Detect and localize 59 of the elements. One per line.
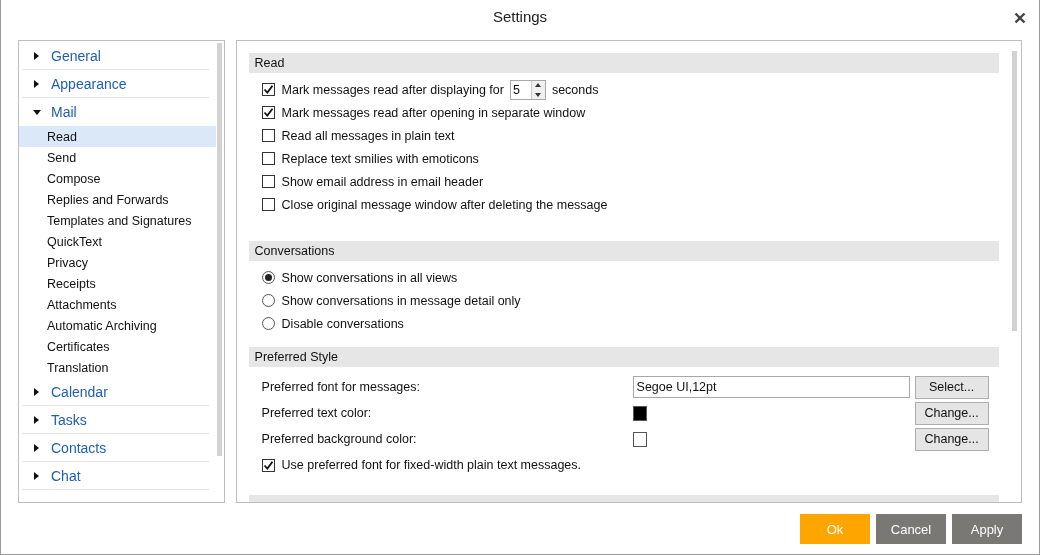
checkbox-label[interactable]: Close original message window after deleting the message [281,197,608,212]
window-title: Settings [492,8,548,25]
category-label[interactable]: Chat [51,467,81,484]
sidebar-item[interactable]: Send [19,147,216,168]
section-header: Preferred Style [248,347,999,367]
checkbox[interactable] [261,83,275,96]
category-label[interactable]: Tasks [51,411,87,428]
checkbox-label[interactable]: Show email address in email header [281,174,484,189]
font-field[interactable]: Segoe UI,12pt [632,376,910,398]
checkbox[interactable] [261,129,275,142]
sidebar-item[interactable]: Receipts [19,273,216,294]
checkbox[interactable] [261,106,275,119]
scrollbar[interactable] [216,43,222,456]
dialog-button[interactable]: Apply [952,514,1022,544]
select-button[interactable]: Select... [914,375,989,399]
sidebar-item[interactable]: Attachments [19,294,216,315]
checkbox-label[interactable]: Read all messages in plain text [281,128,455,143]
dialog-button[interactable]: Cancel [876,514,946,544]
field-label: Preferred font for messages: [261,380,421,394]
change-button[interactable]: Change... [914,427,989,451]
color-swatch[interactable] [632,431,647,447]
checkbox[interactable] [261,152,275,165]
close-icon[interactable] [1014,10,1026,22]
section-header: Read [248,53,999,73]
sidebar-item[interactable]: Compose [19,168,216,189]
scrollbar[interactable] [1012,51,1017,331]
sidebar-item[interactable]: Privacy [19,252,216,273]
section-header: Conversations [248,241,999,261]
category-label[interactable]: Contacts [51,439,107,456]
checkbox[interactable] [261,198,275,211]
sidebar-item[interactable]: Automatic Archiving [19,315,216,336]
sidebar-item[interactable]: Read [19,126,216,147]
sidebar-item[interactable]: QuickText [19,231,216,252]
radio-button[interactable] [261,317,275,330]
radio-label[interactable]: Disable conversations [281,316,404,331]
color-swatch[interactable] [632,405,647,421]
category-label[interactable]: General [51,47,101,64]
radio-button[interactable] [261,294,275,307]
checkbox-label[interactable]: Mark messages read after opening in separate window [281,105,586,120]
checkbox-label[interactable]: Replace text smilies with emoticons [281,151,479,166]
checkbox-label[interactable]: Use preferred font for fixed-width plain text messages. [281,458,582,472]
checkbox-label[interactable]: Mark messages read after displaying for [281,82,504,97]
category-label[interactable]: Calendar [51,383,108,400]
field-label: Preferred text color: [261,406,373,420]
radio-label[interactable]: Show conversations in all views [281,270,458,285]
sidebar-item[interactable]: Templates and Signatures [19,210,216,231]
category-label[interactable]: Mail [51,103,77,120]
field-label: Preferred background color: [261,432,418,446]
sidebar-item[interactable]: Translation [19,357,216,378]
category-label[interactable]: Appearance [51,75,127,92]
number-spinner[interactable]: 5 [509,79,546,100]
sidebar-item[interactable]: Replies and Forwards [19,189,216,210]
checkbox[interactable] [261,458,275,472]
checkbox[interactable] [261,175,275,188]
radio-button[interactable] [261,271,275,284]
unit-label: seconds [551,82,599,97]
radio-label[interactable]: Show conversations in message detail only [281,293,521,308]
change-button[interactable]: Change... [914,401,989,425]
sidebar-item[interactable]: Certificates [19,336,216,357]
